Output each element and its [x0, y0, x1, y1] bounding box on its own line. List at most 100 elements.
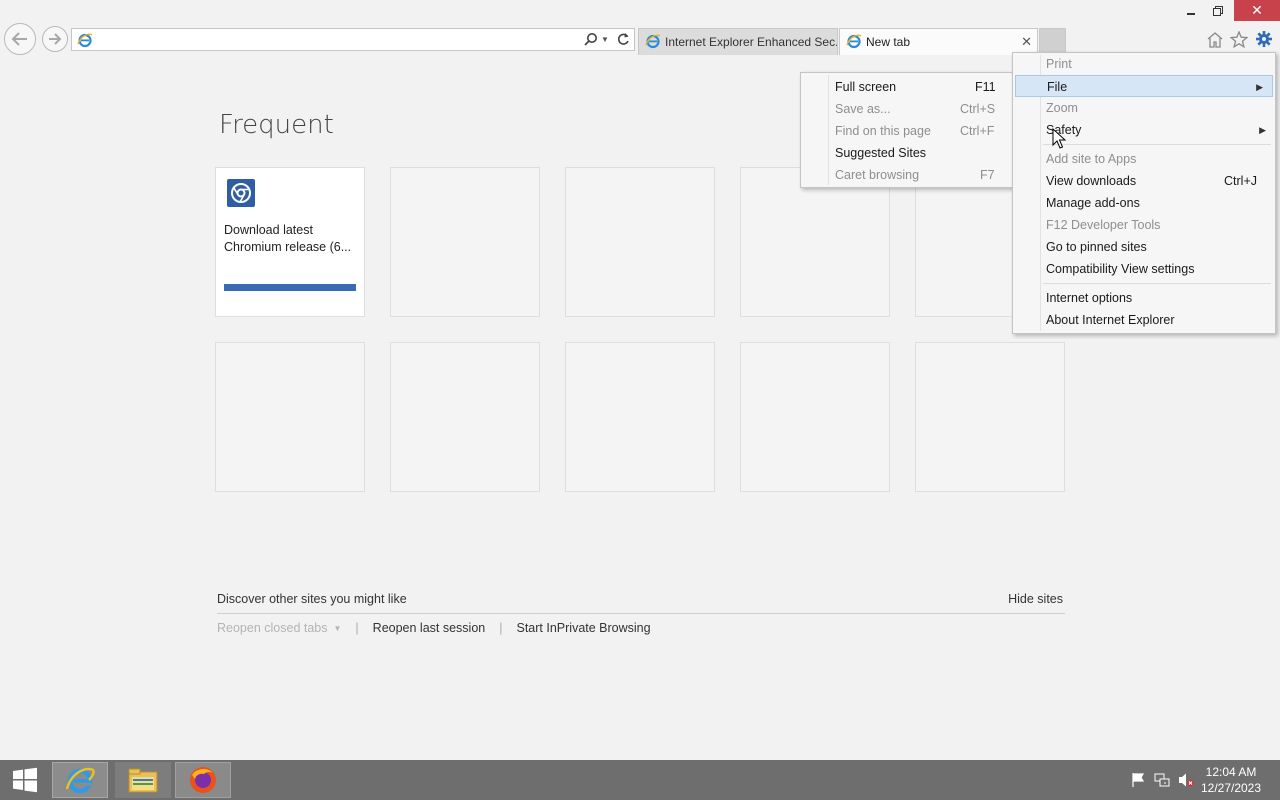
reopen-last-session-link[interactable]: Reopen last session: [373, 621, 486, 635]
discover-text: Discover other sites you might like: [217, 592, 407, 606]
reopen-closed-tabs-link[interactable]: Reopen closed tabs: [217, 621, 328, 635]
bottom-links: Reopen closed tabs ▼ | Reopen last sessi…: [217, 621, 651, 635]
tab-security[interactable]: Internet Explorer Enhanced Sec...: [638, 28, 838, 55]
action-center-flag-icon[interactable]: [1130, 772, 1146, 788]
menu-item-file[interactable]: File ▶: [1015, 75, 1273, 97]
close-window-button[interactable]: ✕: [1234, 0, 1280, 21]
hide-sites-link[interactable]: Hide sites: [1008, 592, 1063, 606]
chromium-icon: [227, 179, 255, 207]
volume-muted-icon[interactable]: [1178, 772, 1194, 788]
network-icon[interactable]: [1154, 772, 1170, 788]
search-icon[interactable]: [584, 32, 598, 49]
menu-item-caret-browsing[interactable]: Caret browsing F7: [801, 164, 1013, 186]
forward-arrow-icon: [49, 33, 62, 45]
ie-page-icon: [77, 32, 93, 51]
menu-item-print[interactable]: Print: [1013, 53, 1275, 75]
internet-explorer-icon: [65, 767, 95, 794]
refresh-icon[interactable]: [617, 32, 630, 49]
empty-tile[interactable]: [915, 342, 1065, 492]
menu-item-f12-developer-tools[interactable]: F12 Developer Tools: [1013, 214, 1275, 236]
menu-item-manage-addons[interactable]: Manage add-ons: [1013, 192, 1275, 214]
restore-icon: [1213, 6, 1223, 16]
menu-item-zoom[interactable]: Zoom: [1013, 97, 1275, 119]
back-arrow-icon: [11, 32, 27, 46]
page-title: Frequent: [219, 110, 334, 140]
forward-button[interactable]: [42, 26, 68, 52]
empty-tile[interactable]: [740, 342, 890, 492]
submenu-arrow-icon: ▶: [1259, 125, 1266, 135]
ie-tab-icon: [645, 33, 661, 52]
taskbar: 12:04 AM 12/27/2023: [0, 760, 1280, 800]
windows-logo-icon: [13, 767, 37, 793]
back-button[interactable]: [4, 23, 36, 55]
empty-tile[interactable]: [390, 167, 540, 317]
menu-item-label: File: [1047, 80, 1068, 94]
minimize-icon: [1187, 13, 1195, 15]
taskbar-internet-explorer[interactable]: [52, 762, 108, 798]
menu-item-label: Internet options: [1046, 291, 1133, 305]
browser-chrome: ▼ Internet Explorer Enhanced Sec... New …: [0, 0, 1280, 56]
favorites-star-icon[interactable]: [1229, 29, 1249, 49]
menu-divider: [1043, 283, 1271, 284]
folder-icon: [128, 768, 158, 793]
menu-item-label: Find on this page: [835, 124, 931, 138]
tab-label: New tab: [866, 35, 911, 49]
restore-button[interactable]: [1203, 0, 1233, 22]
menu-item-pinned-sites[interactable]: Go to pinned sites: [1013, 236, 1275, 258]
empty-tile[interactable]: [390, 342, 540, 492]
mouse-cursor-icon: [1052, 128, 1066, 149]
tile-title: Download latest Chromium release (6...: [224, 223, 352, 254]
menu-item-label: Zoom: [1046, 101, 1078, 115]
new-tab-button[interactable]: [1039, 28, 1066, 55]
empty-tile[interactable]: [565, 342, 715, 492]
clock-date: 12/27/2023: [1200, 781, 1262, 795]
gear-icon[interactable]: [1254, 29, 1274, 49]
menu-item-compatibility-view[interactable]: Compatibility View settings: [1013, 258, 1275, 280]
ie-tab-icon: [846, 33, 862, 52]
menu-item-internet-options[interactable]: Internet options: [1013, 287, 1275, 309]
menu-item-label: Save as...: [835, 102, 891, 116]
minimize-button[interactable]: [1176, 0, 1206, 22]
system-clock[interactable]: 12:04 AM 12/27/2023: [1196, 764, 1266, 796]
menu-item-about[interactable]: About Internet Explorer: [1013, 309, 1275, 331]
discover-bar: Discover other sites you might like Hide…: [217, 592, 1065, 614]
menu-item-label: Print: [1046, 57, 1072, 71]
menu-item-full-screen[interactable]: Full screen F11: [801, 76, 1013, 98]
empty-tile[interactable]: [565, 167, 715, 317]
empty-tile[interactable]: [740, 167, 890, 317]
menu-item-view-downloads[interactable]: View downloads Ctrl+J: [1013, 170, 1275, 192]
taskbar-firefox[interactable]: [175, 762, 231, 798]
start-inprivate-link[interactable]: Start InPrivate Browsing: [517, 621, 651, 635]
menu-item-save-as[interactable]: Save as... Ctrl+S: [801, 98, 1013, 120]
taskbar-file-explorer[interactable]: [115, 762, 171, 798]
menu-item-label: About Internet Explorer: [1046, 313, 1175, 327]
menu-item-label: Suggested Sites: [835, 146, 927, 160]
tools-menu: Print File ▶ Zoom Safety ▶ Add site to A…: [1012, 52, 1276, 334]
empty-tile[interactable]: [215, 342, 365, 492]
menu-item-add-site-to-apps[interactable]: Add site to Apps: [1013, 148, 1275, 170]
clock-time: 12:04 AM: [1205, 765, 1257, 779]
menu-item-label: View downloads: [1046, 174, 1137, 188]
address-bar[interactable]: ▼: [71, 28, 635, 51]
tile-activity-bar: [224, 284, 356, 291]
menu-item-label: Go to pinned sites: [1046, 240, 1147, 254]
address-dropdown-icon[interactable]: ▼: [601, 35, 609, 44]
menu-item-suggested-sites[interactable]: Suggested Sites: [801, 142, 1013, 164]
menu-item-label: F12 Developer Tools: [1046, 218, 1161, 232]
close-icon: ✕: [1251, 2, 1263, 18]
frequent-tile[interactable]: Download latest Chromium release (6...: [215, 167, 365, 317]
submenu-arrow-icon: ▶: [1256, 82, 1263, 92]
menu-item-find-on-page[interactable]: Find on this page Ctrl+F: [801, 120, 1013, 142]
close-tab-icon[interactable]: ✕: [1021, 34, 1032, 50]
separator: |: [499, 621, 503, 635]
menu-item-shortcut: F11: [975, 80, 996, 94]
tab-new-tab[interactable]: New tab ✕: [839, 28, 1038, 55]
menu-item-label: Caret browsing: [835, 168, 920, 182]
start-button[interactable]: [0, 762, 50, 798]
menu-item-label: Manage add-ons: [1046, 196, 1140, 210]
tab-label: Internet Explorer Enhanced Sec...: [665, 35, 838, 49]
menu-item-shortcut: F7: [980, 168, 995, 182]
menu-item-shortcut: Ctrl+J: [1224, 174, 1257, 188]
firefox-icon: [190, 767, 216, 793]
home-icon[interactable]: [1205, 29, 1225, 49]
